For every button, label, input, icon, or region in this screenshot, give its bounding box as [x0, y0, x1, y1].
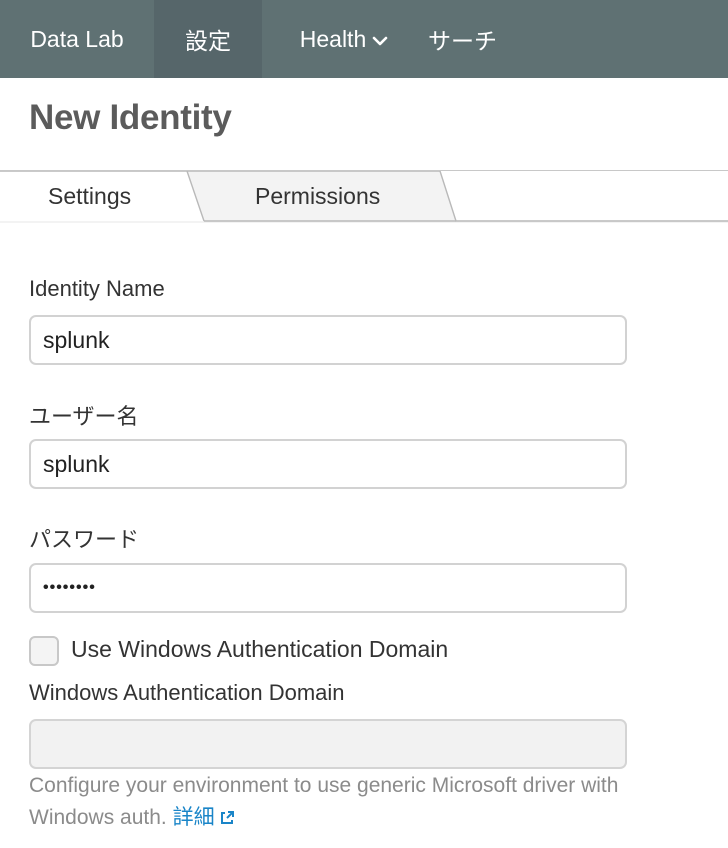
windows-domain-label: Windows Authentication Domain [29, 680, 345, 705]
username-value: splunk [43, 450, 110, 477]
top-nav: Data Lab 設定 Health サーチ [0, 0, 728, 78]
identity-name-value: splunk [43, 326, 110, 353]
learn-more-label: 詳細 [172, 806, 215, 829]
username-label: ユーザー名 [29, 404, 139, 429]
nav-health-menu[interactable]: Health [262, 0, 426, 78]
tab-bar: Settings Permissions [0, 171, 728, 223]
tab-settings[interactable]: Settings [48, 183, 131, 210]
windows-domain-input [29, 719, 627, 769]
help-text-body: Configure your environment to use generi… [29, 774, 619, 829]
app-name-link[interactable]: Data Lab [0, 0, 154, 78]
external-link-icon [219, 804, 235, 836]
learn-more-link[interactable]: 詳細 [173, 806, 235, 829]
use-windows-domain-label[interactable]: Use Windows Authentication Domain [71, 636, 448, 663]
use-windows-domain-checkbox[interactable] [29, 636, 59, 666]
password-input[interactable]: •••••••• [29, 563, 627, 613]
identity-name-input[interactable]: splunk [29, 315, 627, 365]
username-input[interactable]: splunk [29, 439, 627, 489]
nav-search[interactable]: サーチ [426, 0, 556, 78]
password-value: •••••••• [43, 579, 96, 596]
chevron-down-icon [372, 26, 388, 53]
identity-name-label: Identity Name [29, 276, 165, 301]
help-text: Configure your environment to use generi… [29, 770, 639, 836]
password-label: パスワード [29, 527, 140, 552]
nav-health-label: Health [299, 25, 367, 52]
page-title: New Identity [29, 98, 232, 137]
tab-permissions[interactable]: Permissions [255, 183, 380, 210]
nav-settings[interactable]: 設定 [154, 0, 262, 78]
